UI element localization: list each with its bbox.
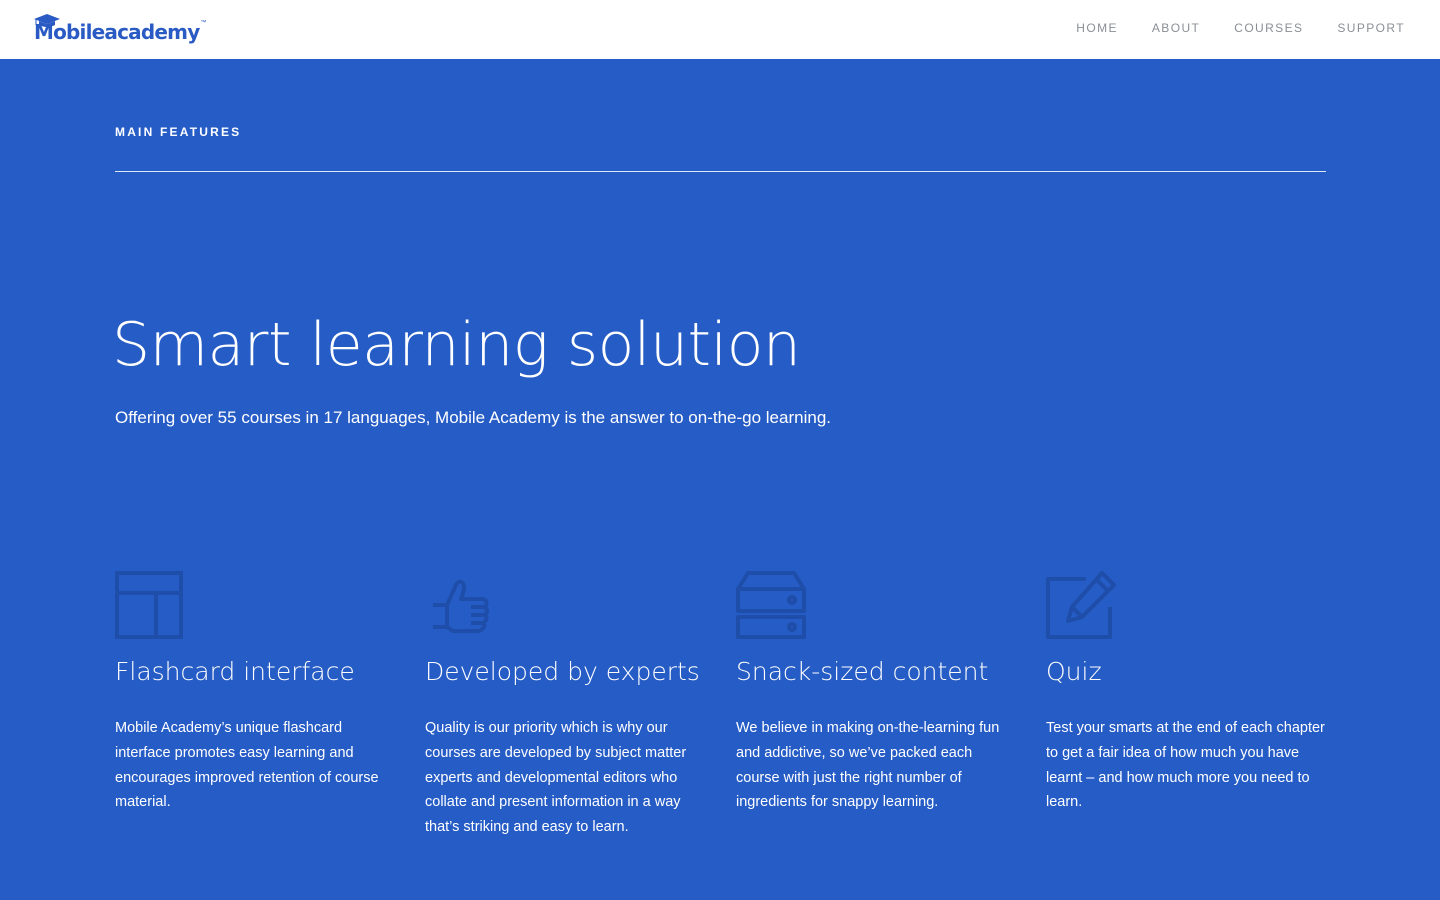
divider	[115, 171, 1326, 172]
feature-title: Flashcard interface	[115, 657, 355, 686]
logo[interactable]: Mobileacademy ™	[34, 14, 206, 44]
feature-description: We believe in making on-the-learning fun…	[736, 720, 1000, 811]
feature-description: Mobile Academy’s unique flashcard interf…	[115, 720, 379, 811]
server-icon	[736, 571, 806, 639]
feature-title: Developed by experts	[425, 657, 700, 686]
thumbs-up-icon	[433, 579, 489, 633]
feature-title: Quiz	[1046, 657, 1102, 686]
hero-title: Smart learning solution	[112, 310, 801, 380]
hero-subtitle: Offering over 55 courses in 17 languages…	[115, 408, 831, 427]
edit-icon	[1046, 571, 1116, 639]
feature-description: Quality is our priority which is why our…	[425, 720, 687, 836]
nav-home[interactable]: HOME	[1076, 21, 1118, 35]
logo-trademark: ™	[200, 20, 207, 26]
layout-icon	[115, 571, 183, 639]
nav-about[interactable]: ABOUT	[1152, 21, 1200, 35]
section-label: MAIN FEATURES	[115, 125, 242, 139]
nav-support[interactable]: SUPPORT	[1337, 21, 1405, 35]
main-nav: HOME ABOUT COURSES SUPPORT	[1042, 21, 1405, 35]
feature-title: Snack-sized content	[736, 657, 989, 686]
feature-description: Test your smarts at the end of each chap…	[1046, 720, 1325, 811]
nav-courses[interactable]: COURSES	[1234, 21, 1303, 35]
graduation-cap-icon	[34, 14, 60, 27]
features-section: MAIN FEATURES Smart learning solution Of…	[0, 59, 1440, 900]
site-header: Mobileacademy ™ HOME ABOUT COURSES SUPPO…	[0, 0, 1440, 59]
